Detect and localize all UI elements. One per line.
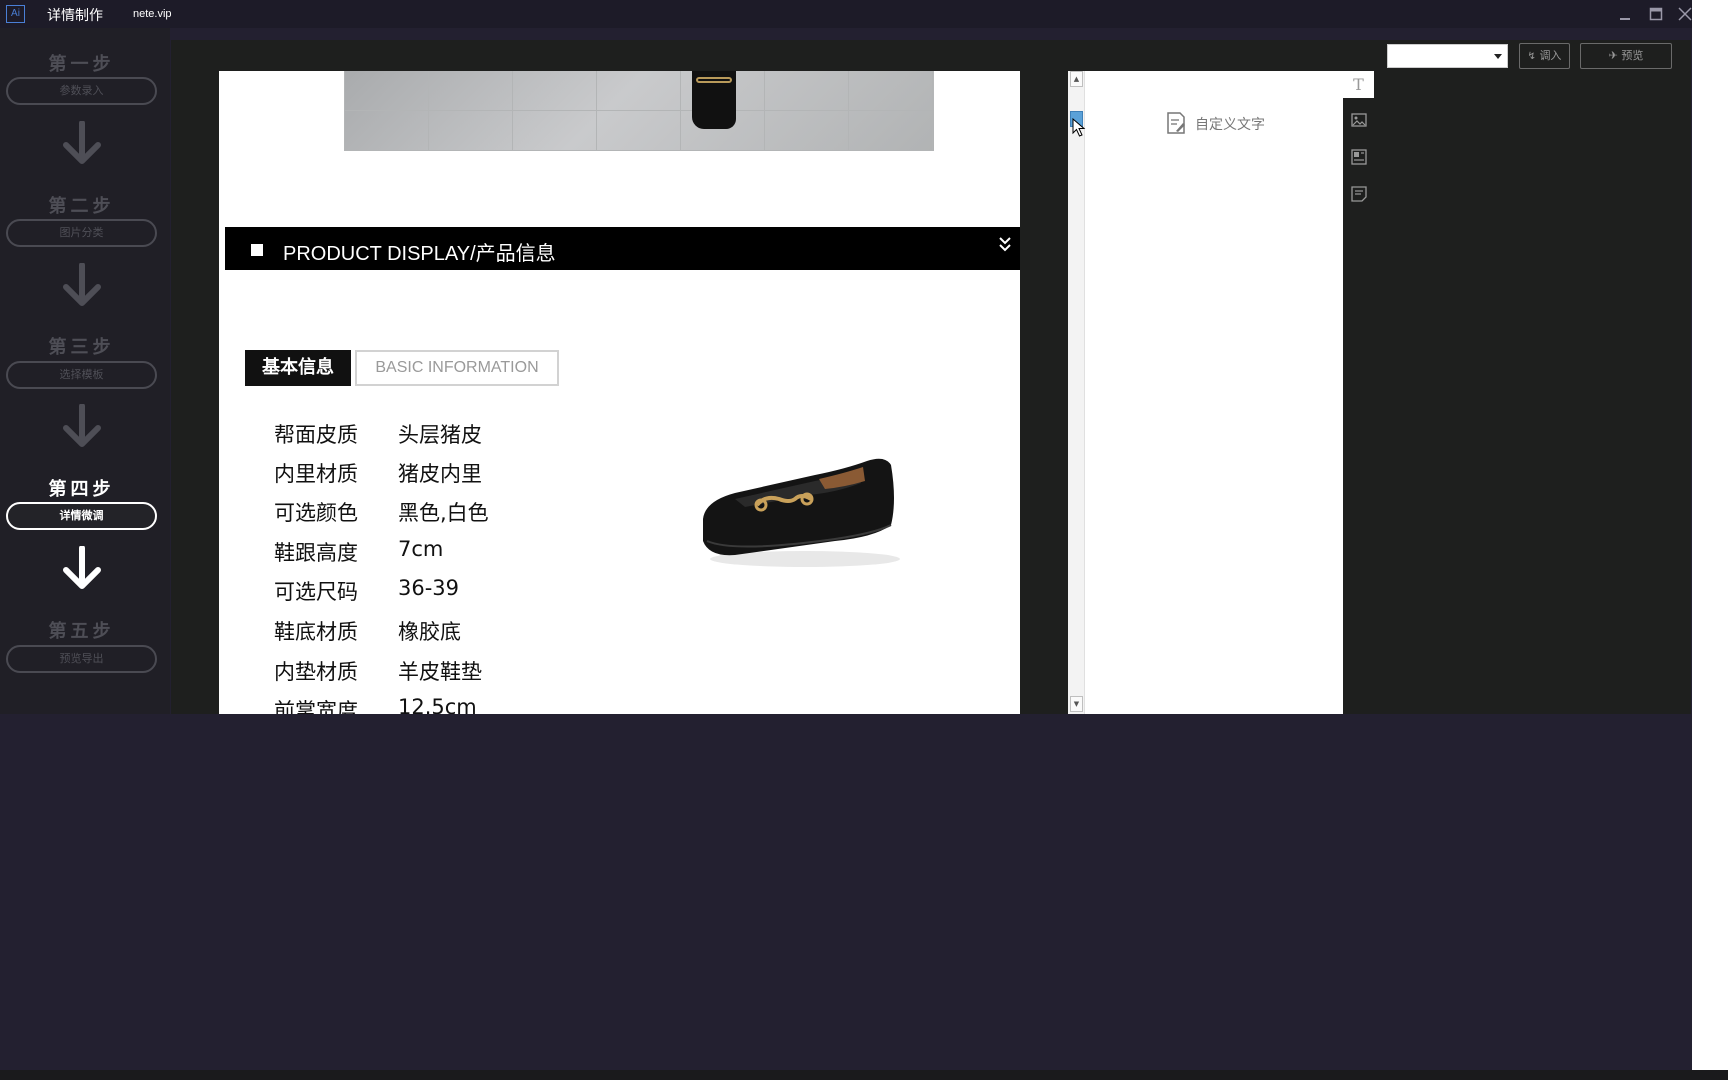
spec-value: 36-39: [398, 576, 460, 600]
spec-key: 内垫材质: [274, 660, 358, 684]
shoe-buckle: [696, 77, 732, 83]
spec-value: 黑色,白色: [398, 501, 489, 525]
spec-value: 12.5cm: [398, 695, 477, 714]
preview-label: 预览: [1621, 49, 1644, 62]
spec-value: 猪皮内里: [398, 462, 482, 486]
down-arrow-icon: [63, 404, 101, 447]
title-bar: Ai 详情制作 nete.vip: [0, 0, 1728, 28]
mouse-cursor-icon: [1072, 118, 1086, 137]
spec-value: 羊皮鞋垫: [398, 660, 482, 684]
tab-basic-info-en: BASIC INFORMATION: [355, 350, 559, 386]
app-logo-icon: Ai: [6, 5, 25, 23]
steps-sidebar: 第一步 参数录入 第二步 图片分类 第三步 选择模板 第四步 详情微调 第五步 …: [0, 28, 170, 714]
note-tool-icon[interactable]: [1351, 186, 1367, 202]
product-display-banner[interactable]: PRODUCT DISPLAY/产品信息: [225, 227, 1020, 270]
step-1-button[interactable]: 参数录入: [6, 77, 157, 105]
banner-title: PRODUCT DISPLAY/产品信息: [283, 243, 556, 265]
import-label: 调入: [1539, 49, 1562, 62]
step-3-button[interactable]: 选择模板: [6, 361, 157, 389]
spec-value: 橡胶底: [398, 620, 461, 644]
edit-document-icon: [1167, 112, 1185, 134]
double-chevron-down-icon[interactable]: [998, 235, 1012, 253]
layout-tool-icon[interactable]: [1351, 149, 1367, 165]
maximize-icon[interactable]: [1649, 5, 1663, 27]
app-title: 详情制作: [47, 8, 103, 24]
down-arrow-icon: [63, 263, 101, 306]
step-1-title: 第一步: [48, 54, 115, 75]
custom-text-label: 自定义文字: [1195, 117, 1265, 133]
step-4-title: 第四步: [48, 479, 115, 500]
spec-key: 可选颜色: [274, 501, 358, 525]
step-5-title: 第五步: [48, 621, 115, 642]
scroll-down-button[interactable]: ▼: [1070, 696, 1083, 712]
import-button[interactable]: ↯ 调入: [1519, 43, 1570, 69]
window-edge: [1692, 0, 1728, 1080]
app-subtitle: nete.vip: [133, 8, 172, 20]
spec-key: 鞋跟高度: [274, 541, 358, 565]
spec-key: 可选尺码: [274, 580, 358, 604]
product-photo: [344, 71, 934, 151]
spec-key: 鞋底材质: [274, 620, 358, 644]
import-icon: ↯: [1527, 51, 1536, 62]
spec-key: 前掌宽度: [274, 699, 358, 714]
close-icon[interactable]: [1677, 5, 1693, 27]
square-bullet-icon: [251, 244, 263, 256]
down-arrow-icon: [63, 546, 101, 589]
chevron-down-icon: [1494, 54, 1502, 59]
element-panel: 自定义文字: [1085, 71, 1343, 714]
minimize-icon[interactable]: [1618, 5, 1632, 27]
tool-strip: T: [1343, 71, 1374, 714]
step-3-title: 第三步: [48, 337, 115, 358]
step-5-button[interactable]: 预览导出: [6, 645, 157, 673]
loafer-shoe-image: [703, 458, 900, 567]
step-4-button[interactable]: 详情微调: [6, 502, 157, 530]
template-dropdown[interactable]: [1387, 44, 1508, 68]
panel-scrollbar[interactable]: ▲ ▼: [1068, 71, 1085, 714]
text-tool-icon[interactable]: T: [1343, 71, 1374, 98]
preview-button[interactable]: ✈ 预览: [1580, 43, 1672, 69]
down-arrow-icon: [63, 121, 101, 164]
detail-canvas[interactable]: PRODUCT DISPLAY/产品信息 基本信息 BASIC INFORMAT…: [219, 71, 1020, 714]
step-2-button[interactable]: 图片分类: [6, 219, 157, 247]
spec-value: 7cm: [398, 537, 444, 561]
image-tool-icon[interactable]: [1351, 112, 1367, 128]
step-2-title: 第二步: [48, 196, 115, 217]
tab-basic-info-cn: 基本信息: [245, 350, 351, 386]
spec-key: 帮面皮质: [274, 423, 358, 447]
plane-icon: ✈: [1608, 49, 1618, 62]
scroll-up-button[interactable]: ▲: [1070, 71, 1083, 87]
spec-key: 内里材质: [274, 462, 358, 486]
spec-value: 头层猪皮: [398, 423, 482, 447]
status-strip: [0, 1070, 1728, 1080]
